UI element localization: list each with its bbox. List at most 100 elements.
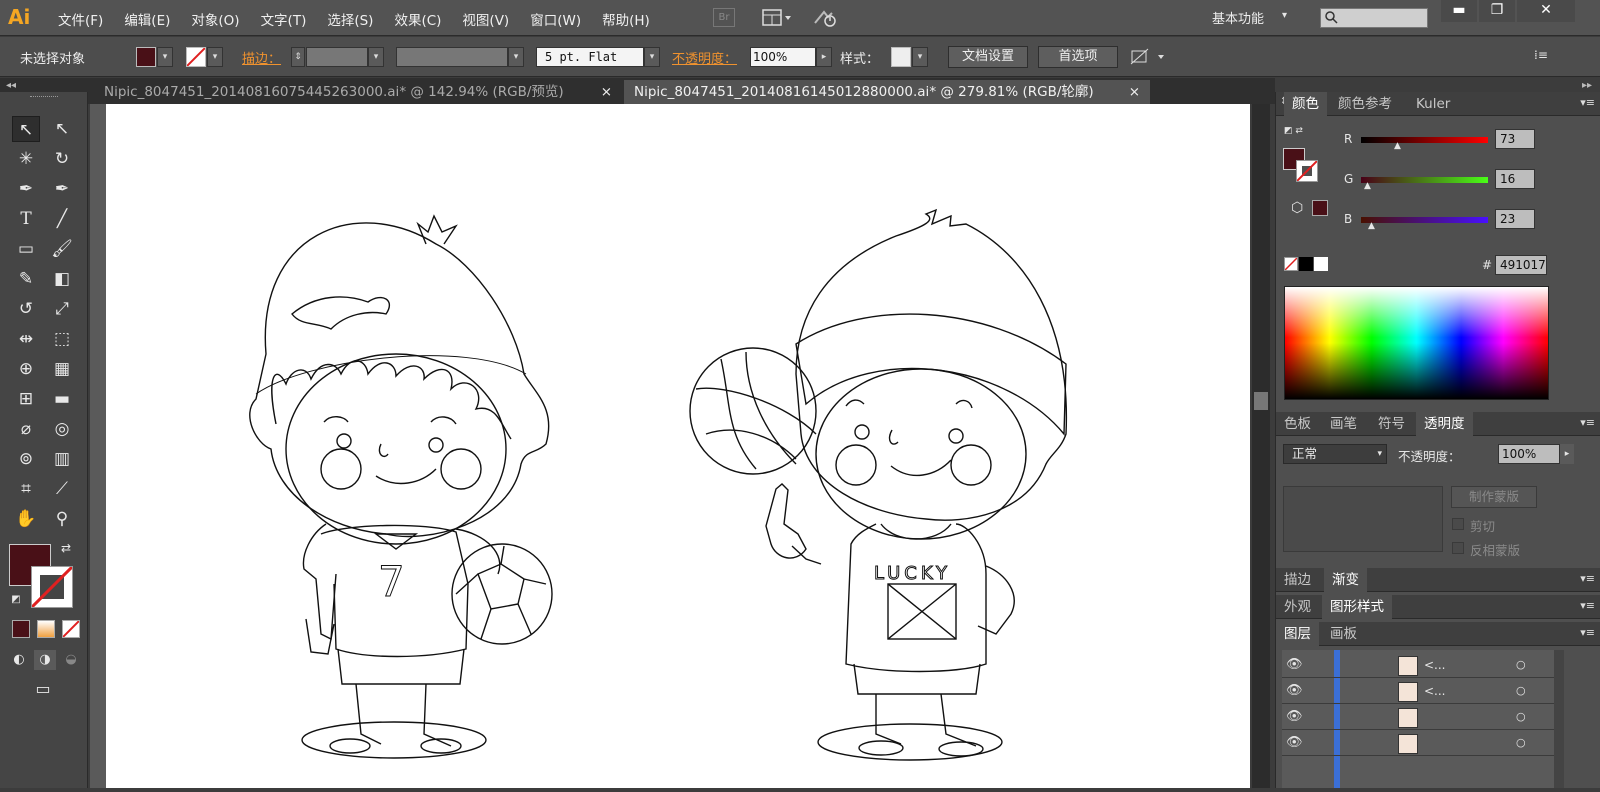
brush-dropdown[interactable]: ▾ [644,47,660,67]
draw-normal-icon[interactable]: ◐ [8,650,30,670]
draw-behind-icon[interactable]: ◑ [34,650,56,670]
target-circle-icon[interactable]: ○ [1516,710,1526,723]
menu-view[interactable]: 视图(V) [462,9,509,29]
transparency-opacity-field[interactable]: 100% [1498,444,1560,464]
stroke-weight-dropdown[interactable]: ▾ [368,47,384,67]
tab-symbols[interactable]: 符号 [1370,412,1413,436]
visibility-eye-icon[interactable]: 👁 [1286,657,1303,672]
r-slider[interactable] [1361,137,1488,143]
dock-collapse-icon[interactable]: ▸▸ [1582,80,1592,91]
visibility-eye-icon[interactable]: 👁 [1286,683,1303,698]
opacity-label[interactable]: 不透明度： [672,48,737,67]
b-slider-handle[interactable]: ▲ [1368,221,1375,231]
layer-row[interactable]: 👁 <... ○ [1282,680,1564,704]
lasso-tool-icon[interactable]: ↻ [48,146,76,172]
opacity-arrow[interactable]: ▸ [816,47,832,67]
search-input[interactable] [1320,8,1428,28]
line-tool-icon[interactable]: ╱ [48,206,76,232]
panel-menu-icon[interactable]: ▾≡ [1580,626,1595,639]
fill-swatch[interactable] [136,47,156,67]
r-slider-handle[interactable]: ▲ [1394,141,1401,151]
boy-with-soccer-ball[interactable]: 7 [249,214,553,759]
preferences-button[interactable]: 首选项 [1038,46,1118,68]
close-tab-icon[interactable]: × [1129,80,1140,104]
type-tool-icon[interactable]: T [12,206,40,232]
panel-menu-icon[interactable]: ▾≡ [1580,599,1595,612]
menu-edit[interactable]: 编辑(E) [124,9,170,29]
tab-swatches[interactable]: 色板 [1276,412,1319,436]
black-color-button[interactable] [1299,257,1313,271]
graphic-style-swatch[interactable] [891,47,911,67]
paintbrush-tool-icon[interactable]: 🖌 [48,236,76,262]
outline-artwork[interactable]: 7 LUCKY [106,104,1250,788]
canvas-area[interactable]: 7 LUCKY [90,104,1250,788]
zoom-tool-icon[interactable]: ⚲ [48,506,76,532]
mesh-tool-icon[interactable]: ⊞ [12,386,40,412]
gradient-tool-icon[interactable]: ▬ [48,386,76,412]
layer-row[interactable]: 👁 <... ○ [1282,654,1564,678]
pen-tool-icon[interactable]: ✒ [12,176,40,202]
g-slider[interactable] [1361,177,1488,183]
doc-tab-2[interactable]: Nipic_8047451_20140816145012880000.ai* @… [624,80,1150,104]
boy-spinning-basketball[interactable]: LUCKY [689,208,1068,761]
layers-scrollbar[interactable] [1554,650,1564,788]
stroke-label[interactable]: 描边： [242,48,281,67]
g-slider-handle[interactable]: ▲ [1364,181,1371,191]
tab-color-guide[interactable]: 颜色参考 [1330,92,1400,116]
opacity-field[interactable]: 100% [750,47,816,67]
curvature-tool-icon[interactable]: ✒ [48,176,76,202]
color-spectrum[interactable] [1284,286,1549,400]
chevron-down-icon[interactable]: ▾ [1282,10,1287,21]
tab-stroke[interactable]: 描边 [1276,568,1319,592]
visibility-eye-icon[interactable]: 👁 [1286,709,1303,724]
stroke-weight-field[interactable] [306,47,368,67]
b-value-field[interactable]: 23 [1495,209,1535,229]
default-fill-stroke-icon[interactable]: ◩ ⇄ [1284,126,1303,136]
panel-menu-icon[interactable]: ▾≡ [1580,572,1595,585]
opacity-arrow[interactable]: ▸ [1560,444,1574,464]
none-mode-button[interactable] [62,620,80,638]
close-tab-icon[interactable]: × [601,80,612,104]
variable-width-profile[interactable] [396,47,508,67]
panel-stroke-swatch[interactable] [1296,160,1318,182]
stroke-color-box[interactable] [30,565,74,609]
symbol-sprayer-tool-icon[interactable]: ⊚ [12,446,40,472]
target-circle-icon[interactable]: ○ [1516,684,1526,697]
artboard[interactable]: 7 LUCKY [106,104,1250,788]
pencil-tool-icon[interactable]: ✎ [12,266,40,292]
restore-button[interactable]: ❐ [1479,0,1515,22]
gradient-mode-button[interactable] [37,620,55,638]
menu-select[interactable]: 选择(S) [327,9,373,29]
direct-selection-tool-icon[interactable]: ↖ [48,116,76,142]
panel-menu-icon[interactable]: ▾≡ [1580,416,1595,429]
close-window-button[interactable]: ✕ [1517,0,1575,22]
slice-tool-icon[interactable]: ⟋ [48,476,76,502]
layer-row[interactable]: 👁 ○ [1282,732,1564,756]
menu-object[interactable]: 对象(O) [191,9,239,29]
blend-tool-icon[interactable]: ◎ [48,416,76,442]
eyedropper-tool-icon[interactable]: ⌀ [12,416,40,442]
sync-settings-icon[interactable] [812,8,842,28]
isolate-icon[interactable] [1130,47,1170,67]
width-tool-icon[interactable]: ⇹ [12,326,40,352]
stroke-dropdown[interactable]: ▾ [207,47,223,67]
vertical-scrollbar[interactable] [1252,104,1270,788]
screen-mode-icon[interactable]: ▭ [28,678,58,700]
rotate-tool-icon[interactable]: ↺ [12,296,40,322]
menu-help[interactable]: 帮助(H) [602,9,650,29]
clip-checkbox[interactable] [1452,518,1464,530]
fill-dropdown[interactable]: ▾ [157,47,173,67]
artboard-tool-icon[interactable]: ⌗ [12,476,40,502]
workspace-switcher[interactable]: 基本功能 [1212,8,1264,27]
menu-type[interactable]: 文字(T) [261,9,307,29]
blend-mode-select[interactable]: 正常 ▾ [1283,444,1387,464]
tab-brushes[interactable]: 画笔 [1322,412,1365,436]
brush-definition-field[interactable]: 5 pt. Flat [536,47,644,67]
tab-color[interactable]: 颜色 [1284,92,1327,116]
tab-kuler[interactable]: Kuler [1408,92,1458,116]
eraser-tool-icon[interactable]: ◧ [48,266,76,292]
web-safe-swatch[interactable] [1312,200,1328,216]
scrollbar-thumb[interactable] [1254,392,1268,410]
menu-window[interactable]: 窗口(W) [530,9,581,29]
tab-layers[interactable]: 图层 [1276,622,1319,646]
